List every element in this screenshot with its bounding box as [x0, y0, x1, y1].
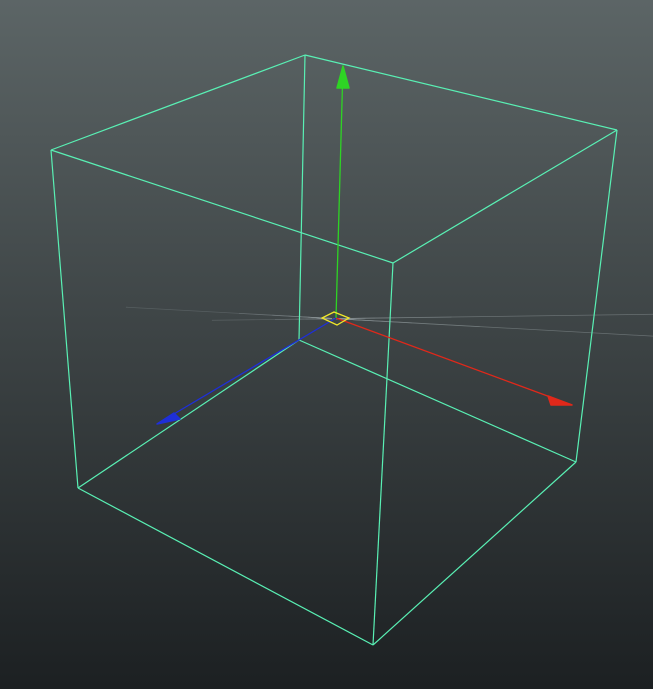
- viewport-background: [0, 0, 653, 689]
- perspective-scene[interactable]: [0, 0, 653, 689]
- 3d-viewport[interactable]: [0, 0, 653, 689]
